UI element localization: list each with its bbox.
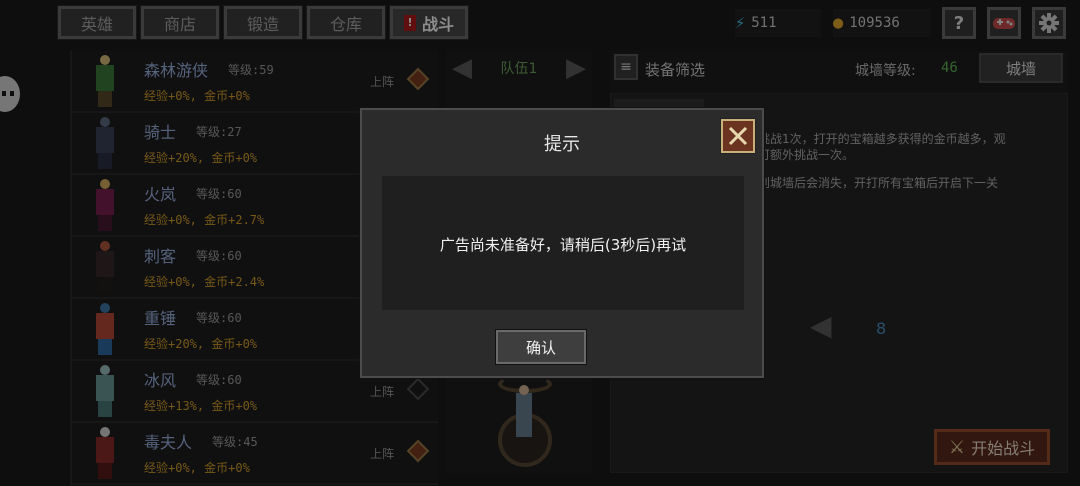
confirm-button[interactable]: 确认 [495,329,587,365]
confirm-label: 确认 [525,338,556,357]
dialog-close-button[interactable] [720,118,756,154]
dialog-message: 广告尚未准备好，请稍后(3秒后)再试 [439,236,687,254]
dialog-title: 提示 [544,134,580,155]
dialog-body: 广告尚未准备好，请稍后(3秒后)再试 [382,176,744,310]
close-icon [728,126,748,146]
notice-dialog: 提示 广告尚未准备好，请稍后(3秒后)再试 确认 [360,108,764,378]
